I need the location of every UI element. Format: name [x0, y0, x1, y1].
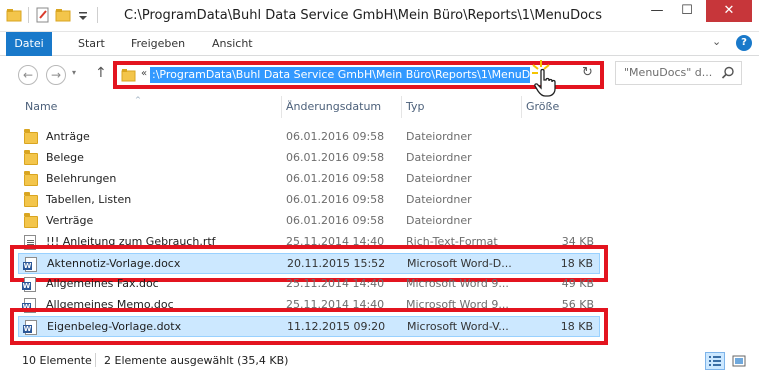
file-name: Anträge	[46, 130, 90, 143]
column-divider[interactable]	[521, 96, 522, 118]
toolbar-divider	[97, 7, 98, 23]
file-name: Belege	[46, 151, 84, 164]
column-name[interactable]: Name	[25, 100, 57, 113]
column-size[interactable]: Größe	[526, 100, 559, 113]
search-box[interactable]: "MenuDocs" d...	[615, 61, 742, 85]
list-item[interactable]: W Allgemeines Fax.doc 25.11.2014 14:40 M…	[18, 274, 600, 295]
forward-button[interactable]: →	[46, 65, 66, 85]
folder-icon	[24, 192, 38, 208]
title-bar: C:\ProgramData\Buhl Data Service GmbH\Me…	[0, 0, 759, 32]
file-date: 06.01.2016 09:58	[286, 151, 385, 164]
file-date: 06.01.2016 09:58	[286, 214, 385, 227]
up-button[interactable]: ↑	[95, 65, 107, 81]
tab-start[interactable]: Start	[78, 32, 105, 56]
file-name: Allgemeines Fax.doc	[46, 277, 159, 290]
highlight-frame	[10, 308, 608, 345]
search-placeholder: "MenuDocs" d...	[624, 66, 713, 79]
file-type: Dateiordner	[406, 151, 472, 164]
hand-cursor-icon	[530, 58, 564, 98]
window-title: C:\ProgramData\Buhl Data Service GmbH\Me…	[124, 8, 602, 23]
list-item[interactable]: Belehrungen 06.01.2016 09:58 Dateiordner	[18, 169, 600, 190]
tab-datei[interactable]: Datei	[6, 32, 52, 56]
item-count: 10 Elemente	[22, 354, 92, 367]
file-type: Microsoft Word 9...	[406, 277, 509, 290]
folder-icon	[24, 129, 38, 145]
refresh-button[interactable]: ↻	[582, 65, 593, 80]
word-document-icon: W	[22, 277, 38, 292]
file-date: 25.11.2014 14:40	[286, 277, 385, 290]
list-item[interactable]: Anträge 06.01.2016 09:58 Dateiordner	[18, 127, 600, 148]
folder-icon[interactable]	[6, 7, 22, 23]
status-bar: 10 Elemente 2 Elemente ausgewählt (35,4 …	[0, 346, 759, 380]
file-type: Dateiordner	[406, 172, 472, 185]
file-date: 06.01.2016 09:58	[286, 130, 385, 143]
list-item[interactable]: Tabellen, Listen 06.01.2016 09:58 Dateio…	[18, 190, 600, 211]
large-icons-view-icon	[732, 355, 746, 367]
close-button[interactable]: ✕	[706, 0, 752, 22]
details-view-icon	[709, 356, 721, 366]
file-name: Tabellen, Listen	[46, 193, 132, 206]
folder-icon	[24, 171, 38, 187]
file-type: Dateiordner	[406, 214, 472, 227]
tab-freigeben[interactable]: Freigeben	[131, 32, 185, 56]
search-icon[interactable]	[721, 66, 735, 83]
column-header: ^ Name Änderungsdatum Typ Größe	[0, 96, 759, 118]
details-view-button[interactable]	[705, 352, 725, 370]
list-item[interactable]: Verträge 06.01.2016 09:58 Dateiordner	[18, 211, 600, 232]
minimize-button[interactable]: —	[644, 0, 670, 22]
file-type: Dateiordner	[406, 193, 472, 206]
ribbon-tabs: Datei Start Freigeben Ansicht ⌄ ?	[0, 32, 759, 56]
quick-access-toolbar	[6, 7, 100, 23]
tab-ansicht[interactable]: Ansicht	[212, 32, 253, 56]
folder-icon	[121, 68, 137, 85]
new-folder-icon[interactable]	[55, 7, 71, 23]
properties-icon[interactable]	[35, 7, 51, 23]
large-icons-view-button[interactable]	[729, 352, 749, 370]
help-button[interactable]: ?	[736, 35, 752, 51]
column-divider[interactable]	[401, 96, 402, 118]
maximize-button[interactable]: ☐	[674, 0, 700, 22]
file-date: 06.01.2016 09:58	[286, 172, 385, 185]
address-path-selected[interactable]: :\ProgramData\Buhl Data Service GmbH\Mei…	[150, 67, 530, 83]
column-divider[interactable]	[281, 96, 282, 118]
column-type[interactable]: Typ	[406, 100, 425, 113]
column-date[interactable]: Änderungsdatum	[286, 100, 381, 113]
file-size: 49 KB	[561, 277, 594, 290]
file-name: Belehrungen	[46, 172, 117, 185]
recent-locations-dropdown[interactable]: ▾	[72, 68, 76, 77]
expand-ribbon-button[interactable]: ⌄	[712, 35, 721, 48]
folder-icon	[24, 150, 38, 166]
toolbar-divider	[28, 7, 29, 23]
file-date: 06.01.2016 09:58	[286, 193, 385, 206]
back-button[interactable]: ←	[18, 65, 38, 85]
customize-toolbar-icon[interactable]	[75, 7, 91, 23]
list-item[interactable]: Belege 06.01.2016 09:58 Dateiordner	[18, 148, 600, 169]
folder-icon	[24, 213, 38, 229]
file-name: Verträge	[46, 214, 94, 227]
address-overflow-chevron[interactable]: «	[141, 68, 147, 79]
file-type: Dateiordner	[406, 130, 472, 143]
sort-indicator-icon: ^	[135, 96, 141, 104]
selection-info: 2 Elemente ausgewählt (35,4 KB)	[104, 354, 289, 367]
status-divider	[95, 353, 96, 367]
